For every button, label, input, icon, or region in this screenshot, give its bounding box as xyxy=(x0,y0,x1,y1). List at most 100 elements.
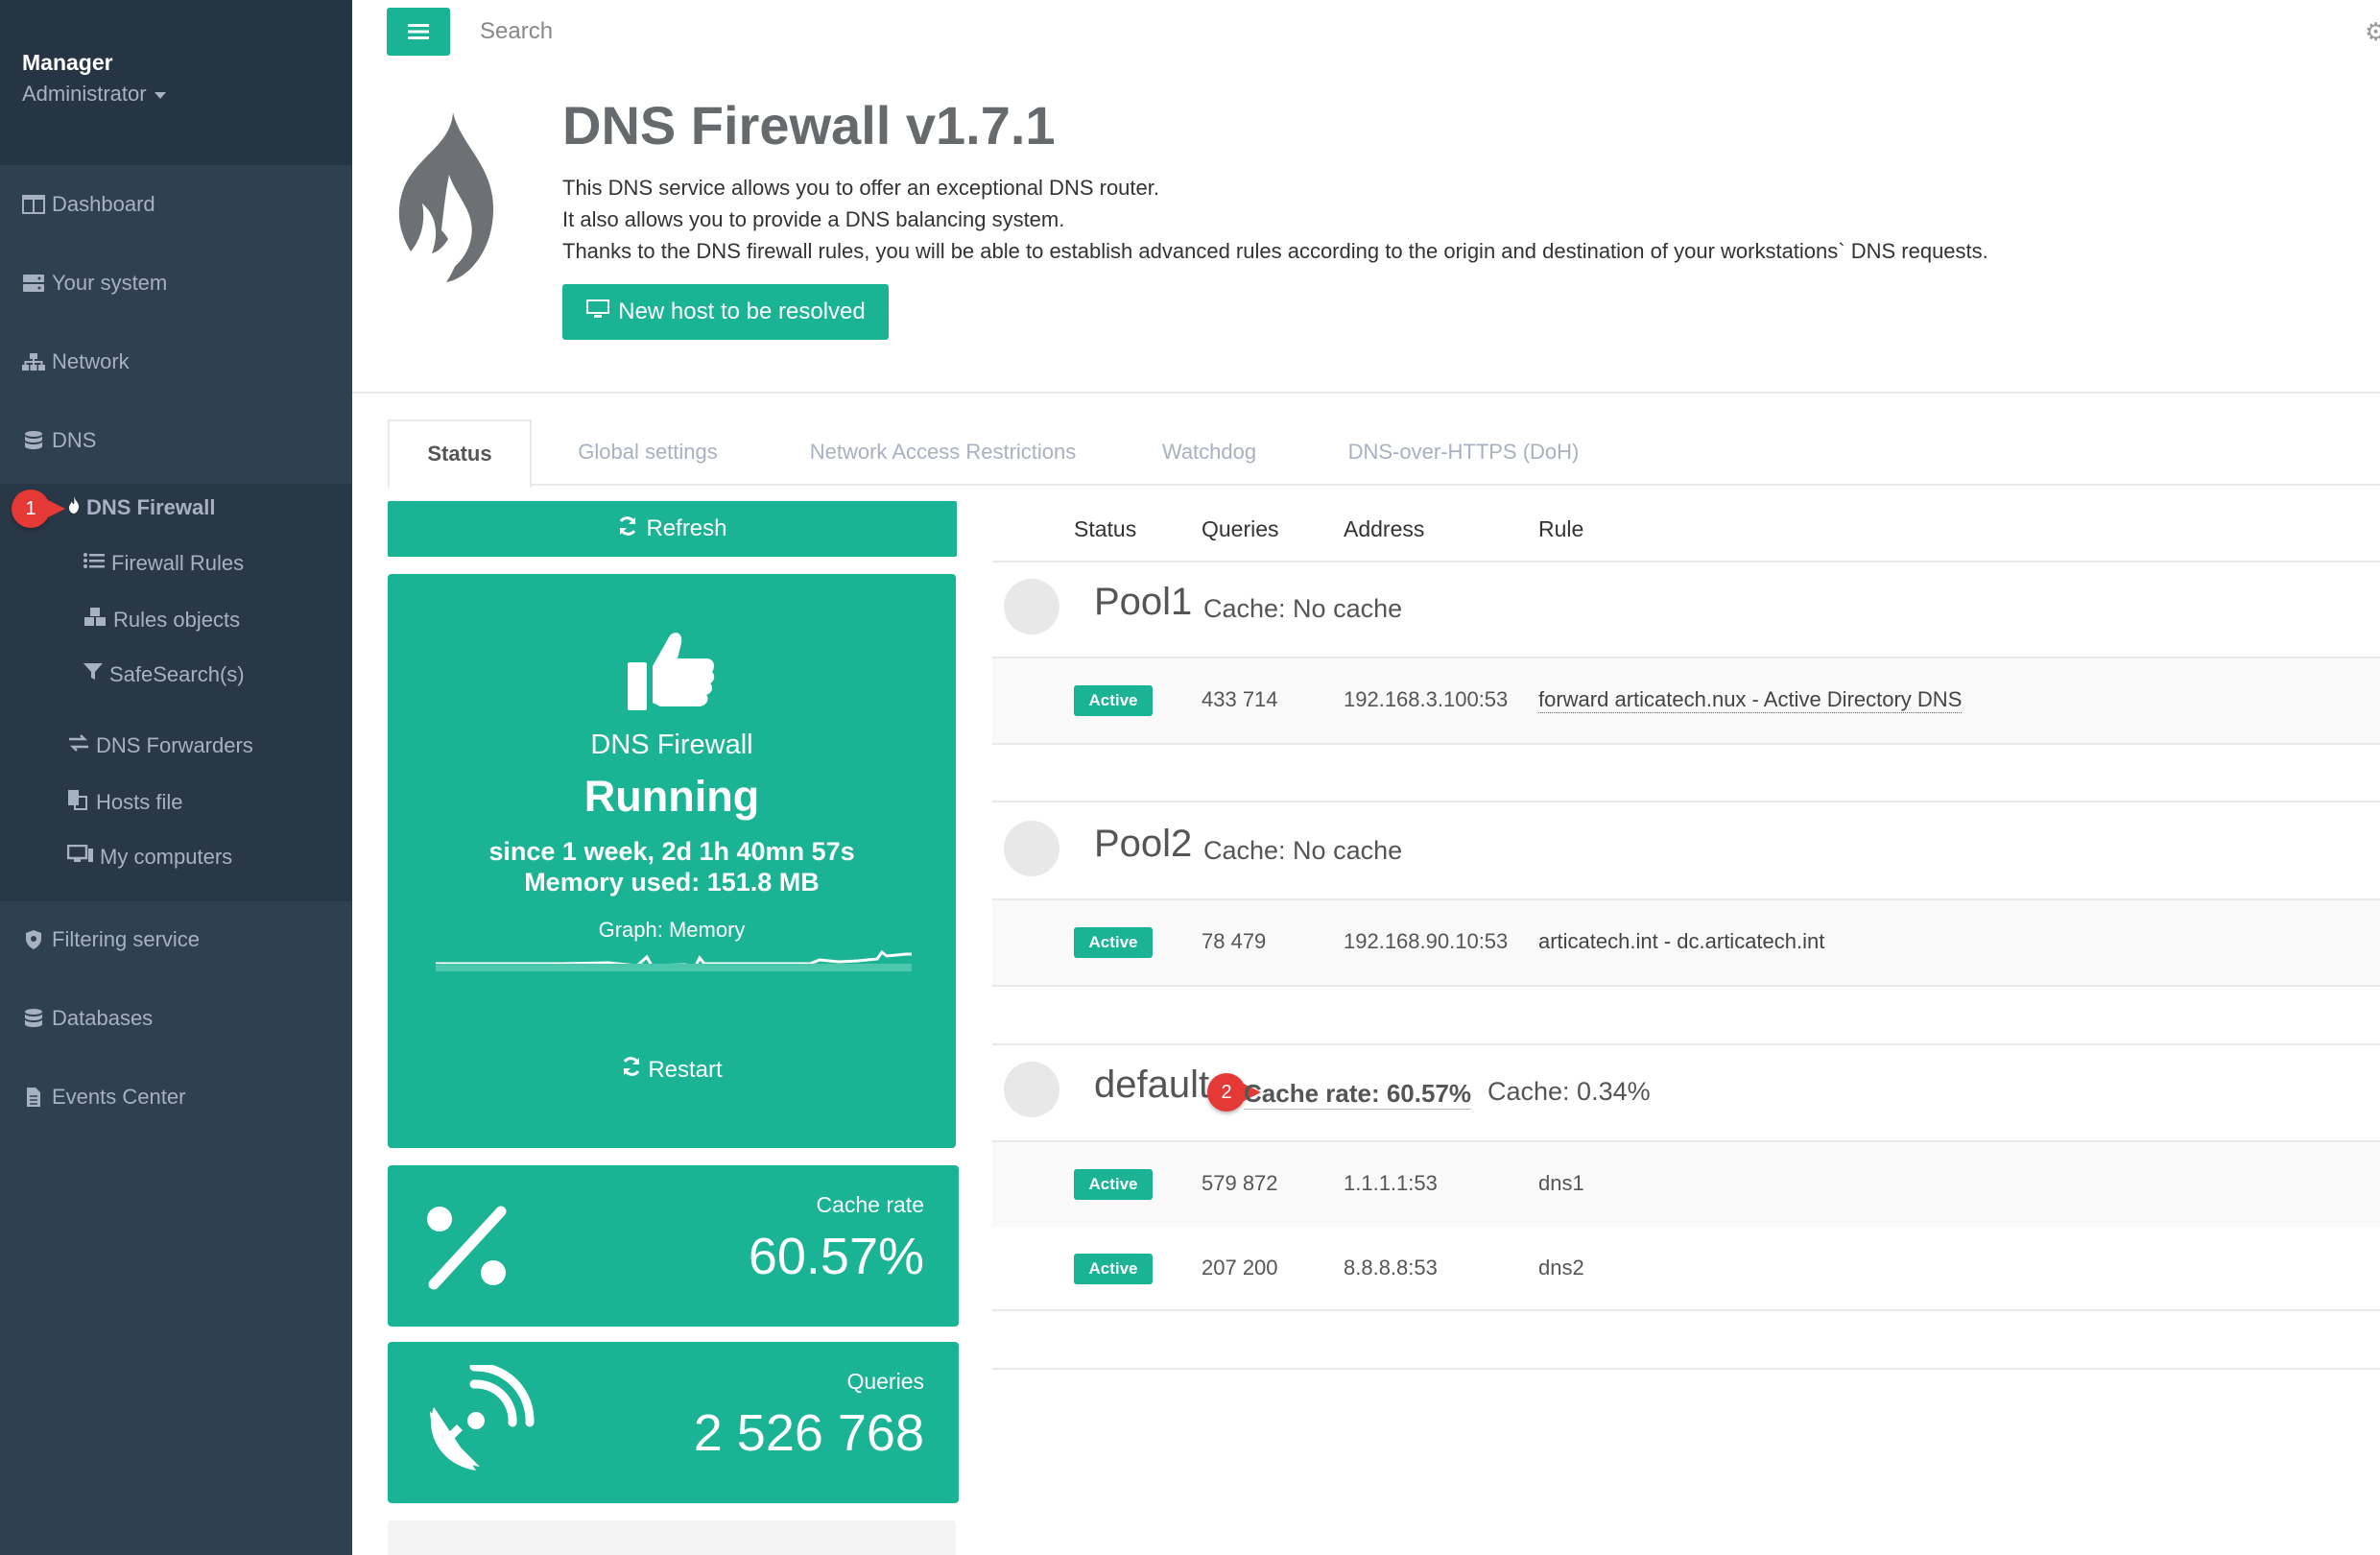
column-header-rule: Rule xyxy=(1538,516,1584,541)
gear-icon[interactable]: ⚙ xyxy=(2365,17,2380,47)
profile-role-dropdown[interactable]: Administrator xyxy=(22,82,166,107)
new-host-button[interactable]: New host to be resolved xyxy=(562,284,889,340)
sidebar-item-your-system[interactable]: Your system xyxy=(21,271,167,296)
address-cell: 192.168.3.100:53 xyxy=(1344,687,1509,711)
status-badge: Active xyxy=(1074,1254,1153,1284)
sidebar-item-label: DNS xyxy=(52,428,97,452)
sidebar-item-dns-firewall[interactable]: DNS Firewall xyxy=(67,495,215,520)
queries-cell: 579 872 xyxy=(1202,1171,1278,1195)
thumbs-up-icon xyxy=(388,630,956,719)
sidebar-item-label: Firewall Rules xyxy=(111,551,245,575)
server-icon xyxy=(21,274,46,293)
desktop-icon xyxy=(585,299,610,326)
document-icon xyxy=(21,1087,46,1108)
sidebar-item-label: My computers xyxy=(100,845,233,869)
cubes-icon xyxy=(83,607,107,634)
tab-watchdog[interactable]: Watchdog xyxy=(1142,419,1276,485)
column-header-address: Address xyxy=(1344,516,1425,541)
pool-status-indicator xyxy=(1004,821,1059,876)
tab-status[interactable]: Status xyxy=(388,419,532,489)
exchange-icon xyxy=(67,733,90,758)
divider xyxy=(992,1043,2380,1045)
columns-icon xyxy=(21,195,46,214)
address-cell: 8.8.8.8:53 xyxy=(1344,1256,1438,1280)
fire-icon xyxy=(67,495,81,520)
shield-icon xyxy=(21,929,46,950)
satellite-dish-icon xyxy=(420,1362,536,1485)
pool-status-indicator xyxy=(1004,579,1059,634)
refresh-button[interactable]: Refresh xyxy=(388,501,957,557)
pool-name: Pool1 xyxy=(1094,581,1193,623)
memory-graph xyxy=(436,949,912,971)
marker-number: 2 xyxy=(1221,1081,1232,1103)
restart-label: Restart xyxy=(648,1056,723,1083)
new-host-label: New host to be resolved xyxy=(618,299,866,324)
cache-rate-value: 60.57% xyxy=(748,1228,924,1285)
sitemap-icon xyxy=(21,352,46,371)
sidebar-item-rules-objects[interactable]: Rules objects xyxy=(83,607,240,634)
desktop-icon xyxy=(66,844,94,870)
graph-label: Graph: Memory xyxy=(598,918,746,942)
search-input[interactable] xyxy=(478,17,1058,46)
uptime: since 1 week, 2d 1h 40mn 57s xyxy=(488,837,855,866)
sidebar-item-label: Rules objects xyxy=(113,608,241,632)
divider xyxy=(992,985,2380,987)
description-line-2: It also allows you to provide a DNS bala… xyxy=(562,207,1065,231)
service-state: Running xyxy=(583,772,760,821)
divider xyxy=(992,801,2380,802)
column-header-queries: Queries xyxy=(1202,516,1279,541)
sidebar-item-filtering-service[interactable]: Filtering service xyxy=(21,927,200,952)
sidebar-item-hosts-file[interactable]: Hosts file xyxy=(67,789,182,816)
caret-down-icon xyxy=(154,91,166,99)
queries-panel: Queries 2 526 768 xyxy=(388,1342,959,1503)
sidebar-item-events-center[interactable]: Events Center xyxy=(21,1085,185,1110)
sidebar-item-my-computers[interactable]: My computers xyxy=(66,844,233,870)
refresh-icon xyxy=(617,515,638,543)
filter-icon xyxy=(83,662,104,687)
sidebar-item-dns-forwarders[interactable]: DNS Forwarders xyxy=(67,733,253,758)
restart-button[interactable]: Restart xyxy=(388,1056,956,1084)
memory-used: Memory used: 151.8 MB xyxy=(524,868,820,897)
sidebar-item-firewall-rules[interactable]: Firewall Rules xyxy=(83,551,244,576)
profile-role: Administrator xyxy=(22,82,147,106)
cache-rate-label: Cache rate xyxy=(816,1192,924,1217)
rule-link[interactable]: forward articatech.nux - Active Director… xyxy=(1538,687,1963,713)
sidebar-item-label: Filtering service xyxy=(52,927,201,951)
pool-name: Pool2 xyxy=(1094,823,1193,865)
divider xyxy=(992,1309,2380,1311)
sidebar-item-label: Hosts file xyxy=(96,790,183,814)
database-icon xyxy=(21,430,46,451)
annotation-marker-1: 1 xyxy=(12,490,65,528)
sidebar-item-label: Dashboard xyxy=(52,192,155,216)
divider xyxy=(992,1368,2380,1370)
table-row xyxy=(992,1142,2380,1227)
queries-label: Queries xyxy=(846,1369,924,1394)
sidebar-item-label: Events Center xyxy=(52,1085,186,1109)
pool-cache: Cache: No cache xyxy=(1203,836,1403,865)
profile-name: Manager xyxy=(22,50,113,75)
pool-cache-rate[interactable]: Cache rate: 60.57% xyxy=(1244,1079,1472,1110)
sidebar: Manager Administrator Dashboard Your sys… xyxy=(0,0,352,1555)
menu-toggle-button[interactable] xyxy=(387,8,450,56)
service-status-panel: DNS Firewall Running since 1 week, 2d 1h… xyxy=(388,574,956,1148)
sidebar-item-network[interactable]: Network xyxy=(21,349,130,374)
hamburger-icon xyxy=(408,16,429,47)
service-name: DNS Firewall xyxy=(590,730,753,760)
address-cell: 192.168.90.10:53 xyxy=(1344,929,1509,953)
column-header-status: Status xyxy=(1074,516,1137,541)
queries-cell: 207 200 xyxy=(1202,1256,1278,1280)
pool-name: default xyxy=(1094,1064,1210,1106)
sidebar-item-dashboard[interactable]: Dashboard xyxy=(21,192,155,217)
profile-area: Manager Administrator xyxy=(0,0,352,165)
tab-global-settings[interactable]: Global settings xyxy=(557,419,739,485)
annotation-marker-2: 2 xyxy=(1207,1073,1261,1112)
tab-dns-over-https[interactable]: DNS-over-HTTPS (DoH) xyxy=(1334,419,1593,485)
sidebar-item-databases[interactable]: Databases xyxy=(21,1006,153,1031)
tab-network-access-restrictions[interactable]: Network Access Restrictions xyxy=(777,419,1108,485)
sidebar-item-label: Network xyxy=(52,349,130,373)
queries-cell: 78 479 xyxy=(1202,929,1267,953)
sidebar-item-safesearch[interactable]: SafeSearch(s) xyxy=(83,662,245,687)
additional-panel xyxy=(388,1520,956,1555)
sidebar-item-dns[interactable]: DNS xyxy=(21,428,96,453)
sidebar-item-label: Databases xyxy=(52,1006,154,1030)
